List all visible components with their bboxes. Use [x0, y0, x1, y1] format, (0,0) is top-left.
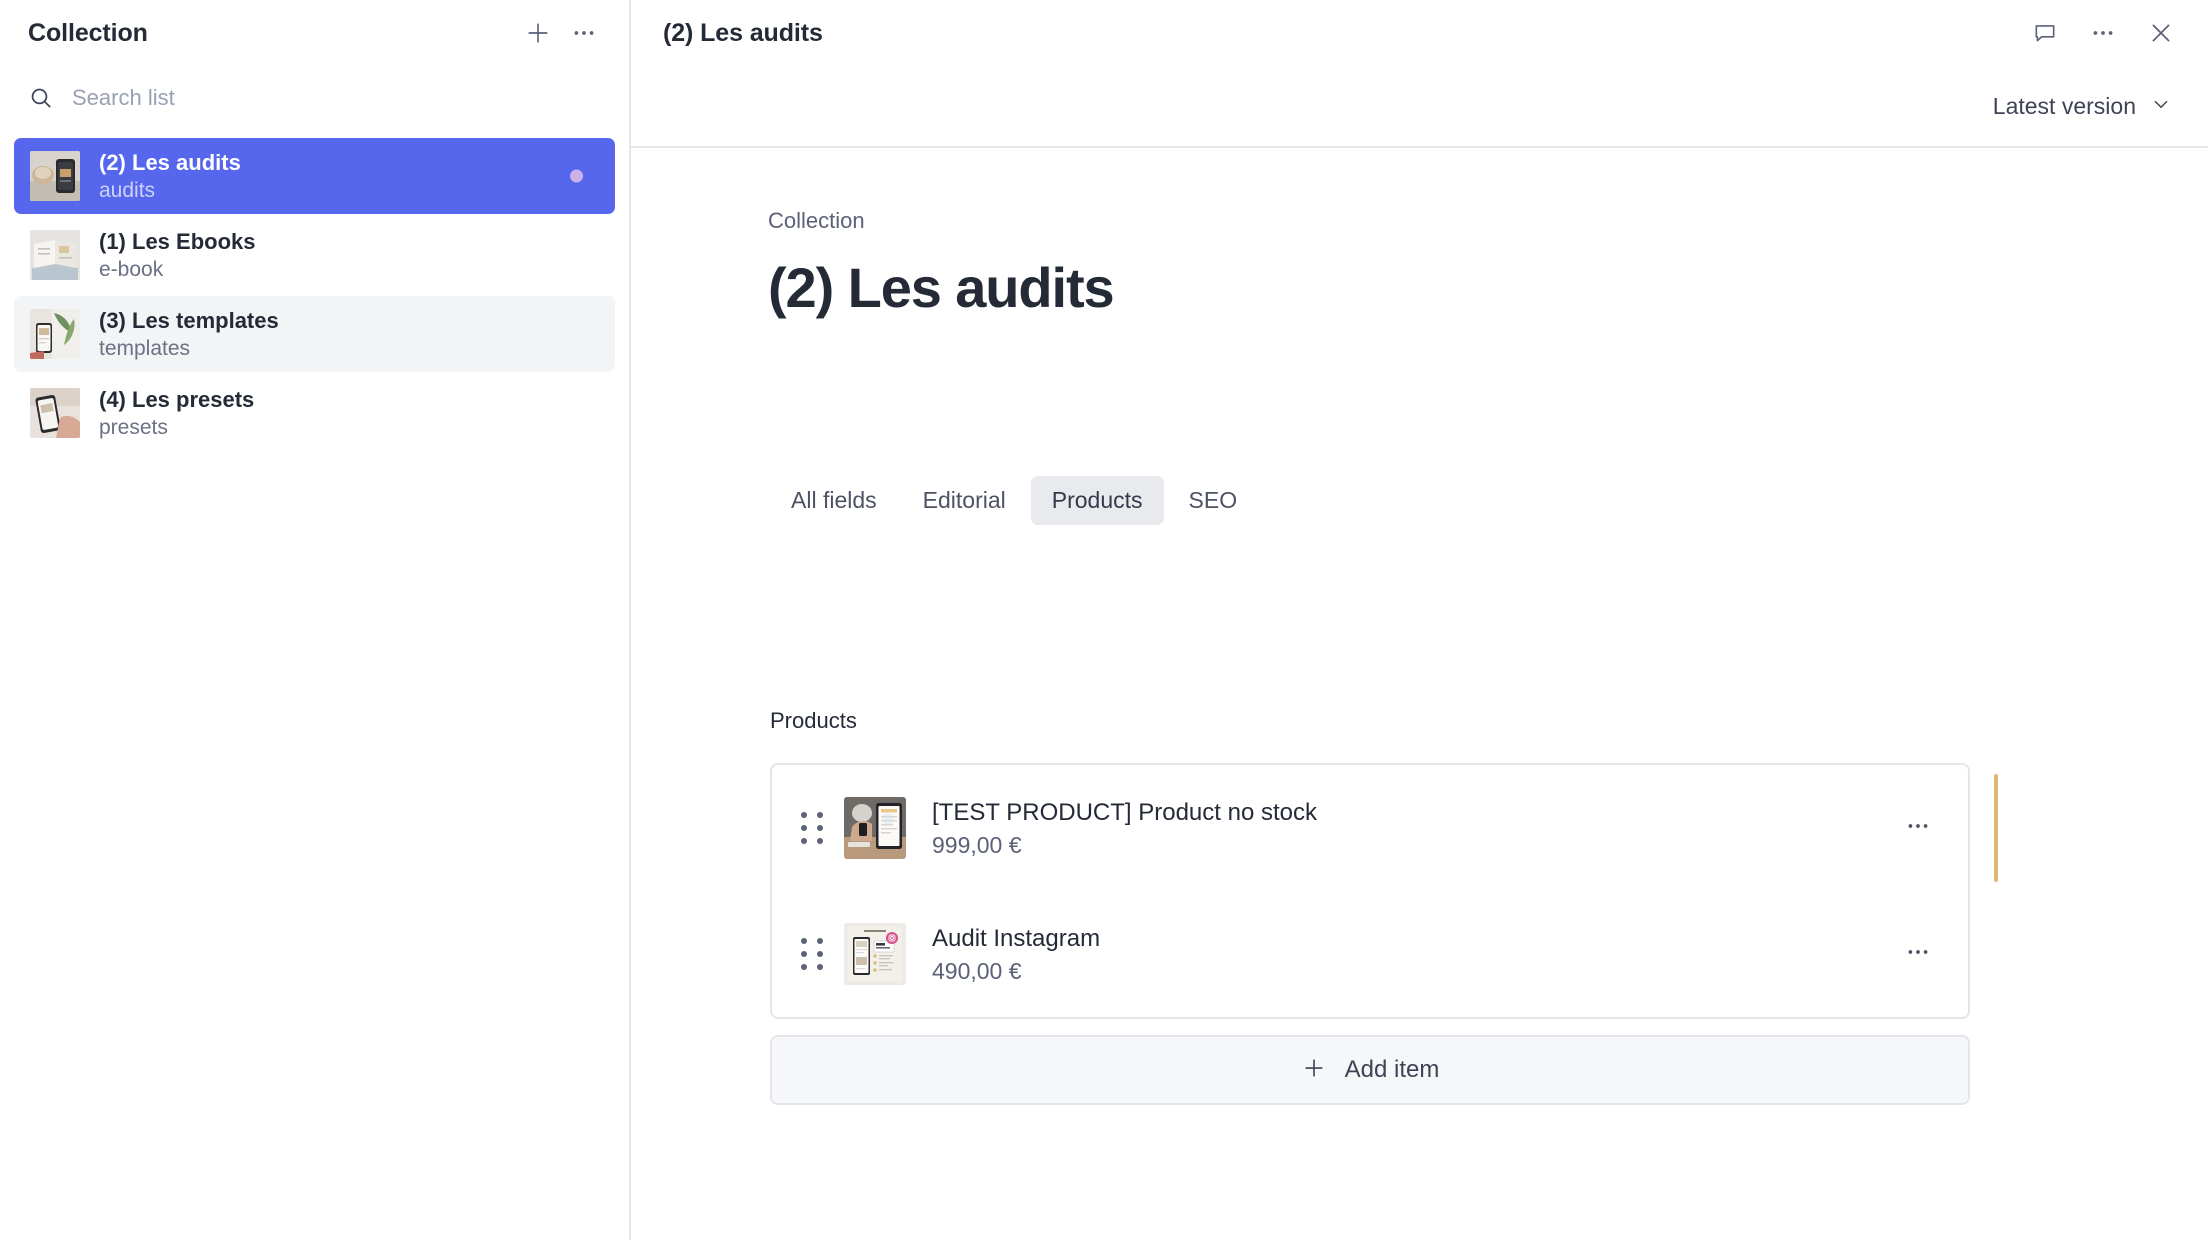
document-body: Collection (2) Les audits All fields Edi… [631, 148, 2208, 1240]
product-thumbnail-tablet-desk [844, 797, 906, 859]
document-more-button[interactable] [2080, 10, 2126, 56]
ellipsis-icon [1905, 813, 1931, 844]
breadcrumb: Collection [768, 208, 865, 233]
product-title: Audit Instagram [932, 924, 1101, 952]
version-selector[interactable]: Latest version [1979, 85, 2184, 128]
sidebar-item-les-templates[interactable]: (3) Les templates templates [14, 296, 615, 372]
sidebar-more-button[interactable] [561, 10, 607, 56]
search-icon [28, 85, 54, 111]
tab-all-fields[interactable]: All fields [770, 476, 898, 525]
product-row[interactable]: [TEST PRODUCT] Product no stock 999,00 € [772, 765, 1998, 891]
product-row-menu-button[interactable] [1892, 928, 1944, 980]
collection-list: (2) Les audits audits (1) Les Ebooks e-b… [0, 130, 629, 451]
thumbnail-open-book [30, 230, 80, 280]
sidebar-item-texts: (3) Les templates templates [99, 307, 279, 362]
sidebar-item-subtitle: templates [99, 336, 191, 360]
change-indicator-bar [1994, 774, 1998, 882]
product-title: [TEST PRODUCT] Product no stock [932, 798, 1317, 826]
sidebar-item-les-audits[interactable]: (2) Les audits audits [14, 138, 615, 214]
product-texts: Audit Instagram 490,00 € [932, 923, 1874, 986]
document-header-title: (2) Les audits [663, 18, 823, 47]
document-content: Collection (2) Les audits All fields Edi… [631, 148, 1998, 1105]
sidebar-title: Collection [28, 18, 148, 47]
product-texts: [TEST PRODUCT] Product no stock 999,00 € [932, 797, 1874, 860]
sidebar-item-title: (3) Les templates [99, 307, 279, 333]
products-field-label: Products [770, 708, 857, 733]
sidebar-item-subtitle: presets [99, 415, 168, 439]
sidebar-item-title: (1) Les Ebooks [99, 228, 256, 254]
sidebar-item-subtitle: audits [99, 178, 156, 202]
sidebar-item-subtitle: e-book [99, 257, 164, 281]
close-document-button[interactable] [2138, 10, 2184, 56]
tab-editorial[interactable]: Editorial [902, 476, 1027, 525]
product-row-menu-button[interactable] [1892, 802, 1944, 854]
sidebar-item-les-presets[interactable]: (4) Les presets presets [14, 375, 615, 451]
chevron-down-icon [2150, 93, 2172, 120]
close-icon [2147, 19, 2175, 47]
products-array: [TEST PRODUCT] Product no stock 999,00 € [770, 763, 1998, 1019]
sidebar-item-texts: (2) Les audits audits [99, 149, 241, 204]
comment-icon [2032, 20, 2058, 46]
product-row[interactable]: Audit Instagram 490,00 € [772, 891, 1968, 1017]
tab-seo[interactable]: SEO [1168, 476, 1259, 525]
product-price: 490,00 € [932, 957, 1022, 984]
thumbnail-phone-coffee [30, 151, 80, 201]
sidebar-item-title: (4) Les presets [99, 386, 255, 412]
document-header: (2) Les audits Latest version [631, 0, 2208, 148]
product-price: 999,00 € [932, 831, 1022, 858]
collection-sidebar: Collection Search list (2) Les audits au… [0, 0, 631, 1240]
plus-icon [1301, 1055, 1327, 1086]
sidebar-header: Collection [0, 0, 629, 66]
comments-button[interactable] [2022, 10, 2068, 56]
ellipsis-icon [571, 20, 597, 46]
add-item-button[interactable]: Add item [770, 1035, 1970, 1105]
sidebar-item-les-ebooks[interactable]: (1) Les Ebooks e-book [14, 217, 615, 293]
document-header-actions [2022, 10, 2184, 56]
document-header-top: (2) Les audits [663, 0, 2184, 66]
sidebar-item-texts: (4) Les presets presets [99, 386, 254, 441]
add-item-label: Add item [1344, 1056, 1440, 1083]
app-root: Collection Search list (2) Les audits au… [0, 0, 2208, 1240]
document-header-bottom: Latest version [663, 66, 2184, 146]
unpublished-changes-dot [570, 169, 583, 183]
sidebar-item-title: (2) Les audits [99, 149, 241, 175]
search-row [0, 66, 629, 130]
tab-products[interactable]: Products [1030, 476, 1164, 525]
ellipsis-icon [1905, 939, 1931, 970]
page-title: (2) Les audits [768, 256, 1115, 319]
version-label: Latest version [1992, 92, 2136, 119]
ellipsis-icon [2090, 20, 2116, 46]
sidebar-item-texts: (1) Les Ebooks e-book [99, 228, 255, 283]
thumbnail-phone-plant [30, 309, 80, 359]
add-document-button[interactable] [515, 10, 561, 56]
thumbnail-phone-hand [30, 388, 80, 438]
document-pane: (2) Les audits Latest version Collection… [631, 0, 2208, 1240]
field-group-tabs: All fields Editorial Products SEO [770, 476, 1931, 525]
plus-icon [524, 19, 552, 47]
search-input[interactable] [72, 81, 512, 115]
drag-dots-icon[interactable] [798, 934, 826, 974]
drag-dots-icon[interactable] [798, 808, 826, 848]
product-thumbnail-audit-instagram [844, 923, 906, 985]
